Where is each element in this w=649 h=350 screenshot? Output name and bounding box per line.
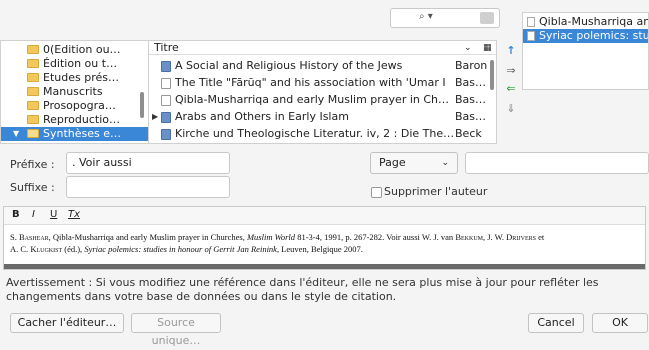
hide-editor-button[interactable]: Cacher l'éditeur…	[10, 313, 124, 333]
chevron-down-icon: ⌄	[441, 158, 449, 168]
folder-icon	[27, 87, 39, 96]
collection-item-selected[interactable]: ▼ Synthèses e…	[1, 127, 148, 141]
document-icon	[161, 112, 171, 123]
item-row[interactable]: Kirche und Theologische Literatur. iv, 2…	[149, 125, 485, 142]
cited-items-list[interactable]: Qibla-Musharriqa an… Syriac polemics: st…	[522, 12, 649, 90]
items-list[interactable]: Titre ⌄ ▦ A Social and Religious History…	[148, 40, 497, 144]
document-icon	[161, 61, 171, 72]
suffix-input[interactable]	[66, 176, 230, 198]
collection-item[interactable]: Reproductio…	[27, 113, 120, 127]
column-picker-icon[interactable]: ▦	[483, 41, 492, 55]
items-header: Titre ⌄ ▦	[149, 41, 496, 55]
collection-item[interactable]: Etudes prés…	[27, 71, 119, 85]
collapse-triangle-icon[interactable]: ▼	[13, 127, 19, 141]
folder-icon	[27, 45, 39, 54]
folder-icon	[27, 59, 39, 68]
add-arrow-icon[interactable]: ⇒	[505, 64, 517, 77]
collection-item[interactable]: Manuscrits	[27, 85, 103, 99]
page-icon	[527, 31, 535, 41]
cancel-button[interactable]: Cancel	[528, 313, 584, 333]
document-icon	[161, 129, 171, 140]
folder-icon	[27, 115, 39, 124]
clear-format-button[interactable]: Tx	[68, 209, 80, 220]
single-source-button[interactable]: Source unique…	[131, 313, 221, 347]
item-row[interactable]: Qibla-Musharriqa and early Muslim prayer…	[149, 91, 486, 108]
ok-button[interactable]: OK	[592, 313, 648, 333]
citation-editor[interactable]: B I U Tx S. Bashear, Qibla-Musharriqa an…	[3, 206, 646, 270]
move-down-arrow-icon[interactable]: ⇓	[505, 102, 517, 115]
underline-button[interactable]: U	[50, 209, 57, 220]
locator-value-input[interactable]	[465, 152, 649, 174]
editor-resize-bar[interactable]	[4, 264, 645, 269]
item-row[interactable]: ▶ Arabs and Others in Early Islam Bas…	[149, 108, 486, 125]
page-icon	[527, 17, 535, 27]
item-row[interactable]: A Social and Religious History of the Je…	[149, 57, 487, 74]
collection-item[interactable]: 0(Edition ou…	[27, 43, 121, 57]
collection-item[interactable]: Édition ou t…	[27, 57, 117, 71]
sort-chevron-icon[interactable]: ⌄	[464, 41, 472, 55]
prefix-input[interactable]: . Voir aussi	[66, 152, 230, 174]
cited-item[interactable]: Qibla-Musharriqa an…	[523, 15, 648, 29]
collection-item[interactable]: Prosopogra…	[27, 99, 116, 113]
search-input[interactable]: ⌕ ▾	[390, 8, 500, 28]
folder-icon	[27, 73, 39, 82]
column-header-title[interactable]: Titre	[154, 41, 179, 55]
folder-icon	[27, 101, 39, 110]
editor-toolbar: B I U Tx	[4, 207, 645, 225]
collections-scrollbar[interactable]	[140, 92, 144, 118]
cited-item-selected[interactable]: Syriac polemics: stud…	[523, 29, 648, 43]
collections-tree[interactable]: 0(Edition ou… Édition ou t… Etudes prés……	[0, 40, 148, 144]
clear-icon[interactable]	[480, 12, 494, 24]
locator-select[interactable]: Page ⌄	[370, 152, 458, 174]
move-up-arrow-icon[interactable]: ↑	[505, 44, 517, 57]
prefix-label: Préfixe :	[10, 158, 55, 171]
remove-arrow-icon[interactable]: ⇐	[505, 82, 517, 95]
folder-icon	[27, 129, 39, 138]
search-icon[interactable]: ⌕ ▾	[419, 11, 433, 22]
expand-triangle-icon[interactable]: ▶	[152, 108, 158, 125]
citation-text[interactable]: S. Bashear, Qibla-Musharriqa and early M…	[10, 231, 640, 255]
suffix-label: Suffixe :	[10, 181, 55, 194]
editor-warning: Avertissement : Si vous modifiez une réf…	[6, 276, 599, 303]
suppress-author-label[interactable]: Supprimer l'auteur	[384, 185, 487, 198]
bold-button[interactable]: B	[12, 209, 20, 220]
suppress-author-checkbox[interactable]	[371, 187, 382, 198]
items-scrollbar[interactable]	[490, 60, 494, 90]
page-icon	[161, 95, 171, 106]
italic-button[interactable]: I	[32, 209, 35, 220]
page-icon	[161, 78, 171, 89]
item-row[interactable]: The Title "Fārūq" and his association wi…	[149, 74, 486, 91]
